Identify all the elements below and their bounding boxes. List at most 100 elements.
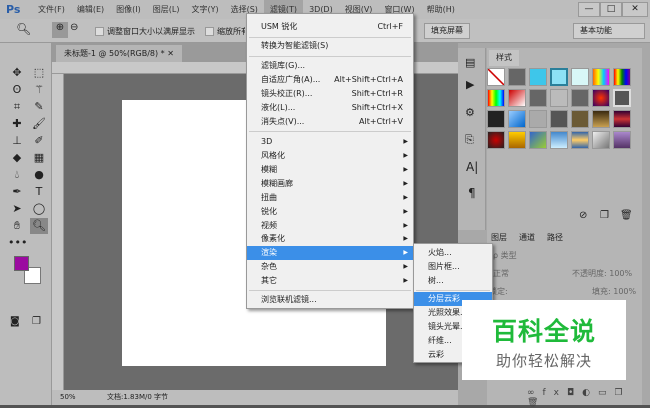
history-brush-icon[interactable]: ✐: [30, 133, 48, 149]
style-swatch[interactable]: [592, 131, 610, 149]
delete-style-icon[interactable]: 🗑︎: [620, 210, 633, 221]
minimize-button[interactable]: —: [578, 2, 600, 17]
menu-item-filter-gallery[interactable]: 滤镜库(G)...: [247, 59, 413, 73]
fill-screen-button[interactable]: 填充屏幕: [424, 23, 470, 39]
group-icon[interactable]: ▭: [598, 388, 615, 398]
hand-tool-icon[interactable]: ✋︎: [8, 218, 26, 234]
style-swatch[interactable]: [487, 110, 505, 128]
style-swatch[interactable]: [571, 89, 589, 107]
menu-item-other[interactable]: 其它 ▶: [247, 274, 413, 288]
zoom-level[interactable]: 50%: [60, 390, 76, 405]
screen-mode-icon[interactable]: ❐: [32, 316, 41, 327]
link-layers-icon[interactable]: ∞: [527, 388, 543, 398]
menu-item-vanishing-point[interactable]: 消失点(V)... Alt+Ctrl+V: [247, 115, 413, 129]
style-swatch[interactable]: [487, 89, 505, 107]
menu-item-usm[interactable]: USM 锐化 Ctrl+F: [247, 20, 413, 34]
submenu-item-tree[interactable]: 树...: [414, 274, 492, 288]
lasso-tool-icon[interactable]: ʘ: [8, 82, 26, 98]
style-swatch[interactable]: [571, 110, 589, 128]
foreground-color-swatch[interactable]: [14, 256, 29, 271]
menu-item-liquify[interactable]: 液化(L)... Shift+Ctrl+X: [247, 101, 413, 115]
ellipse-tool-icon[interactable]: ◯: [30, 201, 48, 217]
style-swatch[interactable]: [487, 68, 505, 86]
menu-item-blur-gallery[interactable]: 模糊画廊 ▶: [247, 177, 413, 191]
path-select-icon[interactable]: ➤: [8, 201, 26, 217]
style-swatch[interactable]: [613, 110, 631, 128]
crop-tool-icon[interactable]: ⌗: [8, 99, 26, 115]
clone-source-icon[interactable]: ⎘: [465, 133, 474, 147]
gradient-tool-icon[interactable]: ▦: [30, 150, 48, 166]
menu-item-distort[interactable]: 扭曲 ▶: [247, 191, 413, 205]
menu-item-render[interactable]: 渲染 ▶: [247, 246, 413, 260]
style-swatch[interactable]: [592, 110, 610, 128]
menu-item-blur[interactable]: 模糊 ▶: [247, 163, 413, 177]
healing-brush-icon[interactable]: ✚: [8, 116, 26, 132]
actions-play-icon[interactable]: ▶: [466, 78, 474, 91]
style-swatch[interactable]: [592, 68, 610, 86]
opacity-field[interactable]: 不透明度: 100%: [572, 268, 632, 279]
new-layer-icon[interactable]: ❐: [615, 388, 631, 398]
submenu-item-picture-frame[interactable]: 图片框...: [414, 260, 492, 274]
tab-paths[interactable]: 路径: [547, 232, 563, 243]
zoom-all-checkbox[interactable]: [205, 27, 214, 36]
menu-item-convert-smart[interactable]: 转换为智能滤镜(S): [247, 39, 413, 53]
fx-icon[interactable]: fx: [543, 388, 568, 398]
workspace-select[interactable]: 基本功能: [573, 23, 645, 39]
zoom-in-icon[interactable]: ⊕: [52, 22, 68, 38]
new-style-icon[interactable]: ❐: [600, 210, 609, 221]
zoom-tool-icon[interactable]: 🔍︎: [16, 22, 31, 36]
adjustments-icon[interactable]: ⚙: [465, 106, 475, 119]
close-button[interactable]: ✕: [622, 2, 648, 17]
menu-item-sharpen[interactable]: 锐化 ▶: [247, 205, 413, 219]
style-swatch[interactable]: [508, 89, 526, 107]
menu-item-adaptive-wide[interactable]: 自适应广角(A)... Alt+Shift+Ctrl+A: [247, 73, 413, 87]
style-swatch[interactable]: [529, 110, 547, 128]
fill-field[interactable]: 填充: 100%: [592, 286, 636, 297]
style-swatch[interactable]: [613, 89, 631, 107]
menu-type[interactable]: 文字(Y): [185, 0, 224, 19]
submenu-item-flame[interactable]: 火焰...: [414, 246, 492, 260]
move-tool-icon[interactable]: ✥: [8, 65, 26, 81]
delete-layer-icon[interactable]: 🗑︎: [527, 398, 546, 408]
menu-layer[interactable]: 图层(L): [147, 0, 186, 19]
style-swatch[interactable]: [508, 131, 526, 149]
style-swatch[interactable]: [508, 68, 526, 86]
clear-style-icon[interactable]: ⊘: [579, 210, 587, 221]
style-swatch[interactable]: [529, 89, 547, 107]
style-swatch[interactable]: [550, 89, 568, 107]
quick-mask-icon[interactable]: ◙: [10, 316, 20, 327]
menu-edit[interactable]: 编辑(E): [71, 0, 110, 19]
style-swatch[interactable]: [613, 68, 631, 86]
style-swatch[interactable]: [592, 89, 610, 107]
more-tools-icon[interactable]: •••: [8, 235, 27, 251]
menu-item-3d[interactable]: 3D ▶: [247, 135, 413, 149]
menu-item-stylize[interactable]: 风格化 ▶: [247, 149, 413, 163]
close-tab-icon[interactable]: ✕: [167, 49, 174, 58]
menu-file[interactable]: 文件(F): [32, 0, 71, 19]
style-swatch[interactable]: [550, 110, 568, 128]
dodge-tool-icon[interactable]: ●: [30, 167, 48, 183]
menu-help[interactable]: 帮助(H): [421, 0, 461, 19]
paragraph-icon[interactable]: ¶: [468, 186, 476, 200]
menu-item-video[interactable]: 视频 ▶: [247, 219, 413, 233]
pen-tool-icon[interactable]: ✒: [8, 184, 26, 200]
layer-filter-select[interactable]: ρ 类型: [493, 250, 517, 261]
brush-tool-icon[interactable]: 🖌︎: [30, 116, 48, 132]
tab-layers[interactable]: 图层: [491, 232, 507, 243]
adjustment-layer-icon[interactable]: ◐: [582, 388, 598, 398]
eraser-tool-icon[interactable]: ◆: [8, 150, 26, 166]
style-swatch[interactable]: [508, 110, 526, 128]
type-tool-icon[interactable]: T: [30, 184, 48, 200]
zoom-tool-icon[interactable]: 🔍︎: [30, 218, 48, 234]
style-swatch[interactable]: [529, 131, 547, 149]
style-swatch[interactable]: [571, 131, 589, 149]
style-swatch[interactable]: [571, 68, 589, 86]
style-swatch[interactable]: [613, 131, 631, 149]
styles-tab[interactable]: 样式: [489, 50, 519, 66]
menu-item-browse-online[interactable]: 浏览联机滤镜...: [247, 293, 413, 307]
menu-item-lens-correction[interactable]: 镜头校正(R)... Shift+Ctrl+R: [247, 87, 413, 101]
resize-windows-checkbox[interactable]: [95, 27, 104, 36]
marquee-tool-icon[interactable]: ⬚: [30, 65, 48, 81]
character-icon[interactable]: A|: [466, 160, 478, 174]
magic-wand-icon[interactable]: ⚚: [30, 82, 48, 98]
